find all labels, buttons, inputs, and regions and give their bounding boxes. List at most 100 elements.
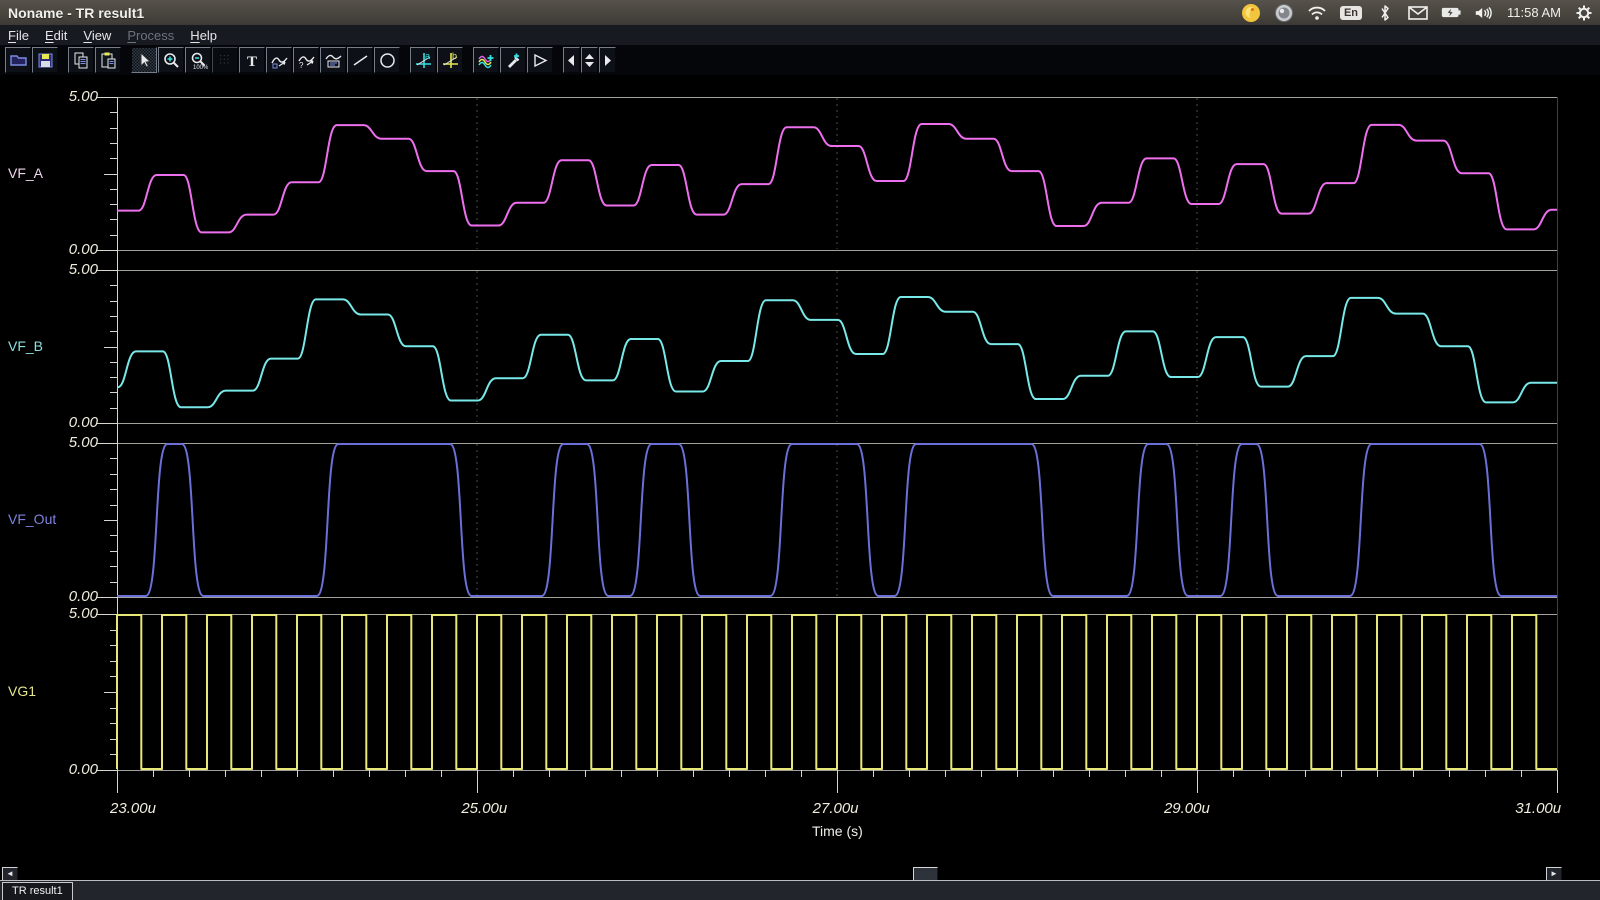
x-tick [1377,770,1378,777]
y-tick [110,301,117,302]
x-tick [1413,770,1414,777]
y-tick [110,189,117,190]
y-tick [110,582,117,583]
x-tick [441,770,442,777]
y-tick [110,392,117,393]
x-tick [729,770,730,777]
trace-label-vg1: VG1 [8,683,36,699]
y-tick [110,489,117,490]
y-tick [110,723,117,724]
y-tick [97,614,117,615]
y-tick [97,97,117,98]
y-tick [110,676,117,677]
y-axis-label-min: 0.00 [38,414,98,431]
y-axis-label-max: 5.00 [38,88,98,105]
y-tick [110,285,117,286]
x-tick [225,770,226,777]
x-tick [909,770,910,777]
x-tick [1557,770,1558,793]
x-tick [621,770,622,777]
scroll-right-button[interactable]: ► [1546,867,1562,881]
trace-vg1 [117,615,1557,769]
x-tick [1053,770,1054,777]
y-tick [104,347,117,348]
x-tick [1089,770,1090,777]
y-tick [110,551,117,552]
x-tick [1269,770,1270,777]
x-tick [513,770,514,777]
y-tick [104,692,117,693]
x-tick [1449,770,1450,777]
y-tick [110,535,117,536]
panel-bottom-line [117,597,1557,598]
trace-label-vf_b: VF_B [8,338,43,354]
y-tick [110,661,117,662]
y-tick [97,423,117,424]
x-tick [117,770,118,793]
scroll-left-button[interactable]: ◄ [2,867,18,881]
x-tick-label: 25.00u [449,800,519,817]
y-tick [110,143,117,144]
x-tick [801,770,802,777]
y-axis-label-min: 0.00 [38,241,98,258]
x-tick [657,770,658,777]
x-tick [153,770,154,777]
x-tick [1485,770,1486,777]
y-tick [97,597,117,598]
y-tick [110,362,117,363]
y-tick [110,219,117,220]
panel-bottom-line [117,423,1557,424]
y-tick [110,645,117,646]
x-tick [549,770,550,777]
y-tick [110,158,117,159]
x-tick [981,770,982,777]
x-tick-label: 29.00u [1152,800,1222,817]
x-tick [1161,770,1162,777]
panel-vg1 [117,614,1557,770]
y-tick [110,630,117,631]
y-tick [110,474,117,475]
trace-label-vf_out: VF_Out [8,511,56,527]
x-axis-title: Time (s) [812,823,863,839]
panel-bottom-line [117,250,1557,251]
app-window: Noname - TR result1 En [0,0,1600,900]
x-tick [477,770,478,793]
x-tick [333,770,334,777]
x-tick [189,770,190,777]
trace-label-vf_a: VF_A [8,165,43,181]
x-tick [1341,770,1342,777]
x-tick [1125,770,1126,777]
y-tick [110,112,117,113]
y-axis-label-min: 0.00 [38,761,98,778]
x-tick [1521,770,1522,777]
panel-vf_out [117,443,1557,597]
y-tick [104,174,117,175]
y-tick [110,505,117,506]
x-tick [837,770,838,793]
y-axis-label-max: 5.00 [38,605,98,622]
x-tick [585,770,586,777]
x-tick [873,770,874,777]
x-tick [261,770,262,777]
y-axis-label-min: 0.00 [38,588,98,605]
x-tick [1197,770,1198,793]
y-tick [110,754,117,755]
tab-tr-result1[interactable]: TR result1 [2,882,73,900]
waveform-plot-area[interactable]: 5.000.005.000.005.000.005.000.0023.00u25… [0,0,1600,900]
x-tick [1305,770,1306,777]
x-tick-label: 31.00u [1503,800,1573,817]
y-tick [97,250,117,251]
x-tick [297,770,298,777]
scrollbar-thumb[interactable] [913,867,938,881]
plot-right-border [1557,97,1558,770]
y-tick [110,408,117,409]
y-tick [110,235,117,236]
trace-vf_out [117,444,1557,596]
x-tick [405,770,406,777]
y-tick [110,739,117,740]
x-tick-label: 23.00u [98,800,168,817]
y-axis-label-max: 5.00 [38,434,98,451]
x-tick [1233,770,1234,777]
y-tick [97,270,117,271]
horizontal-scrollbar[interactable]: ◄ ► [0,866,1600,880]
